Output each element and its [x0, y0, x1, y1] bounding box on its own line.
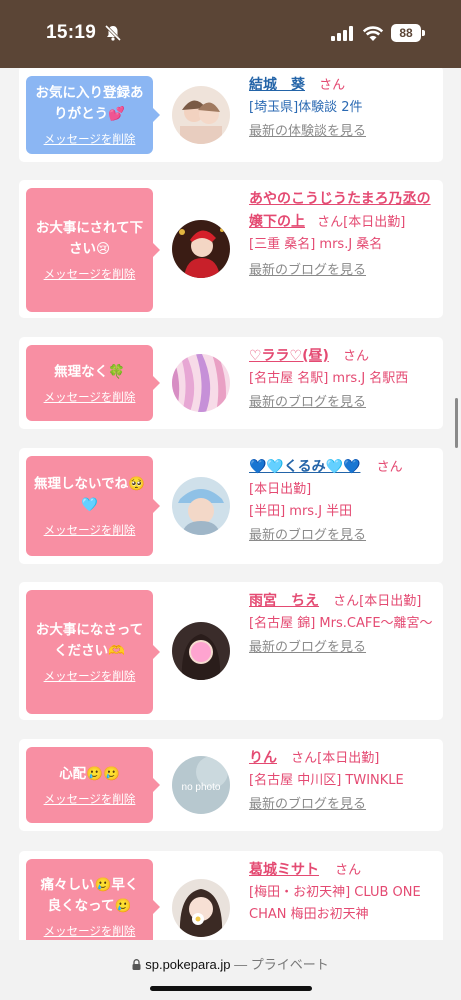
latest-post-link[interactable]: 最新のブログを見る — [249, 794, 437, 816]
delete-message-link[interactable]: メッセージを削除 — [34, 668, 145, 684]
message-bubble: 無理しないでね🥺🩵 メッセージを削除 — [26, 456, 160, 556]
message-bubble: 無理なく🍀 メッセージを削除 — [26, 345, 160, 421]
girl-name-link[interactable]: りん — [249, 750, 277, 766]
message-text: お気に入り登録ありがとう💕 — [35, 85, 144, 122]
battery-tip — [422, 30, 425, 36]
avatar-photo-icon — [172, 354, 230, 412]
delete-message-link[interactable]: メッセージを削除 — [34, 389, 145, 405]
shop-name: [半田] mrs.J 半田 — [249, 504, 353, 519]
message-bubble: 痛々しい🥲早く良くなって🥲 メッセージを削除 — [26, 859, 160, 940]
girl-suffix: さん — [319, 78, 346, 93]
girl-suffix: さん — [335, 863, 362, 878]
message-text: 痛々しい🥲早く良くなって🥲 — [40, 877, 139, 914]
status-bar: 15:19 88 — [0, 0, 461, 68]
latest-post-link[interactable]: 最新のブログを見る — [249, 637, 437, 659]
girl-suffix: さん — [343, 349, 370, 364]
shop-name: [名古屋 錦] Mrs.CAFE～離宮～ — [249, 616, 433, 631]
avatar[interactable] — [172, 220, 230, 278]
avatar[interactable] — [172, 86, 230, 144]
url-separator: — — [230, 957, 251, 972]
message-text: 無理なく🍀 — [54, 363, 125, 380]
girl-name-link[interactable]: 結城 葵 — [249, 77, 305, 93]
girl-info: 結城 葵 さん [埼玉県]体験談 2件 最新の体験談を見る — [249, 74, 437, 143]
delete-message-link[interactable]: メッセージを削除 — [34, 131, 145, 147]
girl-name-link[interactable]: 雨宮 ちえ — [249, 593, 319, 609]
battery-indicator: 88 — [391, 24, 421, 42]
latest-post-link[interactable]: 最新のブログを見る — [249, 525, 437, 547]
avatar[interactable] — [172, 879, 230, 937]
girl-suffix: さん — [376, 460, 403, 475]
shop-name: [梅田・お初天神] CLUB ONE CHAN 梅田お初天神 — [249, 885, 421, 922]
shop-name: [三重 桑名] mrs.J 桑名 — [249, 237, 383, 252]
list-item: お気に入り登録ありがとう💕 メッセージを削除 結城 葵 さん [埼玉県]体験談 … — [19, 68, 443, 162]
message-bubble: お気に入り登録ありがとう💕 メッセージを削除 — [26, 76, 160, 154]
message-text: 無理しないでね🥺🩵 — [34, 476, 145, 513]
no-photo-label: no photo — [182, 782, 221, 793]
avatar-photo-icon — [172, 477, 230, 535]
home-indicator[interactable] — [150, 986, 312, 991]
message-bubble: お大事になさってください🫶 メッセージを削除 — [26, 590, 160, 714]
girl-name-link[interactable]: 💙🩵くるみ🩵💙 — [249, 459, 360, 475]
girl-info: 雨宮 ちえ さん[本日出勤] [名古屋 錦] Mrs.CAFE～離宮～ 最新のブ… — [249, 590, 437, 659]
latest-post-link[interactable]: 最新のブログを見る — [249, 392, 437, 414]
latest-post-link[interactable]: 最新のブログを見る — [249, 260, 437, 282]
shop-name: [名古屋 名駅] mrs.J 名駅西 — [249, 371, 409, 386]
message-bubble: 心配🥲🥲 メッセージを削除 — [26, 747, 160, 823]
scrollbar[interactable] — [455, 398, 458, 448]
avatar-photo-icon — [172, 86, 230, 144]
message-list[interactable]: お気に入り登録ありがとう💕 メッセージを削除 結城 葵 さん [埼玉県]体験談 … — [0, 68, 461, 940]
shop-name: [名古屋 中川区] TWINKLE — [249, 773, 404, 788]
delete-message-link[interactable]: メッセージを削除 — [34, 266, 145, 282]
girl-suffix: さん[本日出勤] — [333, 594, 422, 609]
url-display[interactable]: sp.pokepara.jp — プライベート — [0, 954, 461, 973]
girl-info: 💙🩵くるみ🩵💙 さん [本日出勤] [半田] mrs.J 半田 最新のブログを見… — [249, 456, 437, 547]
delete-message-link[interactable]: メッセージを削除 — [34, 923, 145, 939]
message-bubble: お大事にされて下さい😢 メッセージを削除 — [26, 188, 160, 312]
private-label: プライベート — [250, 957, 329, 972]
girl-info: あやのこうじうたまろ乃丞の嬢下の上 さん[本日出勤] [三重 桑名] mrs.J… — [249, 188, 437, 282]
avatar[interactable] — [172, 622, 230, 680]
message-text: お大事になさってください🫶 — [35, 622, 144, 659]
girl-suffix: さん[本日出勤] — [317, 215, 406, 230]
url-domain: sp.pokepara.jp — [145, 957, 231, 972]
avatar-photo-icon — [172, 879, 230, 937]
message-text: 心配🥲🥲 — [59, 765, 120, 782]
girl-info: りん さん[本日出勤] [名古屋 中川区] TWINKLE 最新のブログを見る — [249, 747, 437, 816]
list-item: 無理なく🍀 メッセージを削除 ♡ララ♡(昼) さん [名古屋 名駅] mrs.J… — [19, 337, 443, 429]
bell-off-icon — [104, 24, 122, 42]
girl-suffix: さん[本日出勤] — [291, 751, 380, 766]
work-status: [本日出勤] — [249, 482, 312, 497]
avatar-photo-icon — [172, 622, 230, 680]
list-item: 心配🥲🥲 メッセージを削除 no photo りん さん[本日出勤] [名古屋 … — [19, 739, 443, 831]
girl-info: 葛城ミサト さん [梅田・お初天神] CLUB ONE CHAN 梅田お初天神 — [249, 859, 437, 926]
lock-icon — [132, 959, 141, 970]
delete-message-link[interactable]: メッセージを削除 — [34, 522, 145, 538]
avatar[interactable]: no photo — [172, 756, 230, 814]
girl-name-link[interactable]: 葛城ミサト — [249, 862, 319, 878]
girl-info: ♡ララ♡(昼) さん [名古屋 名駅] mrs.J 名駅西 最新のブログを見る — [249, 345, 437, 414]
avatar[interactable] — [172, 477, 230, 535]
latest-post-link[interactable]: 最新の体験談を見る — [249, 121, 437, 143]
message-text: お大事にされて下さい😢 — [35, 220, 144, 257]
list-item: 無理しないでね🥺🩵 メッセージを削除 💙🩵くるみ🩵💙 さん [本日出勤] [半田… — [19, 448, 443, 564]
list-item: 痛々しい🥲早く良くなって🥲 メッセージを削除 葛城ミサト さん [梅田・お初天神… — [19, 851, 443, 940]
url-bar[interactable]: sp.pokepara.jp — プライベート — [0, 940, 461, 1000]
avatar[interactable] — [172, 354, 230, 412]
status-time: 15:19 — [46, 22, 97, 43]
shop-name: [埼玉県]体験談 2件 — [249, 100, 363, 115]
no-photo-icon: no photo — [172, 756, 230, 814]
list-item: お大事になさってください🫶 メッセージを削除 雨宮 ちえ さん[本日出勤] [名… — [19, 582, 443, 720]
list-item: お大事にされて下さい😢 メッセージを削除 あやのこうじうたまろ乃丞の嬢下の上 さ… — [19, 180, 443, 318]
delete-message-link[interactable]: メッセージを削除 — [34, 791, 145, 807]
avatar-photo-icon — [172, 220, 230, 278]
signal-icon — [331, 26, 353, 41]
wifi-icon — [362, 26, 384, 41]
girl-name-link[interactable]: ♡ララ♡(昼) — [249, 348, 329, 364]
